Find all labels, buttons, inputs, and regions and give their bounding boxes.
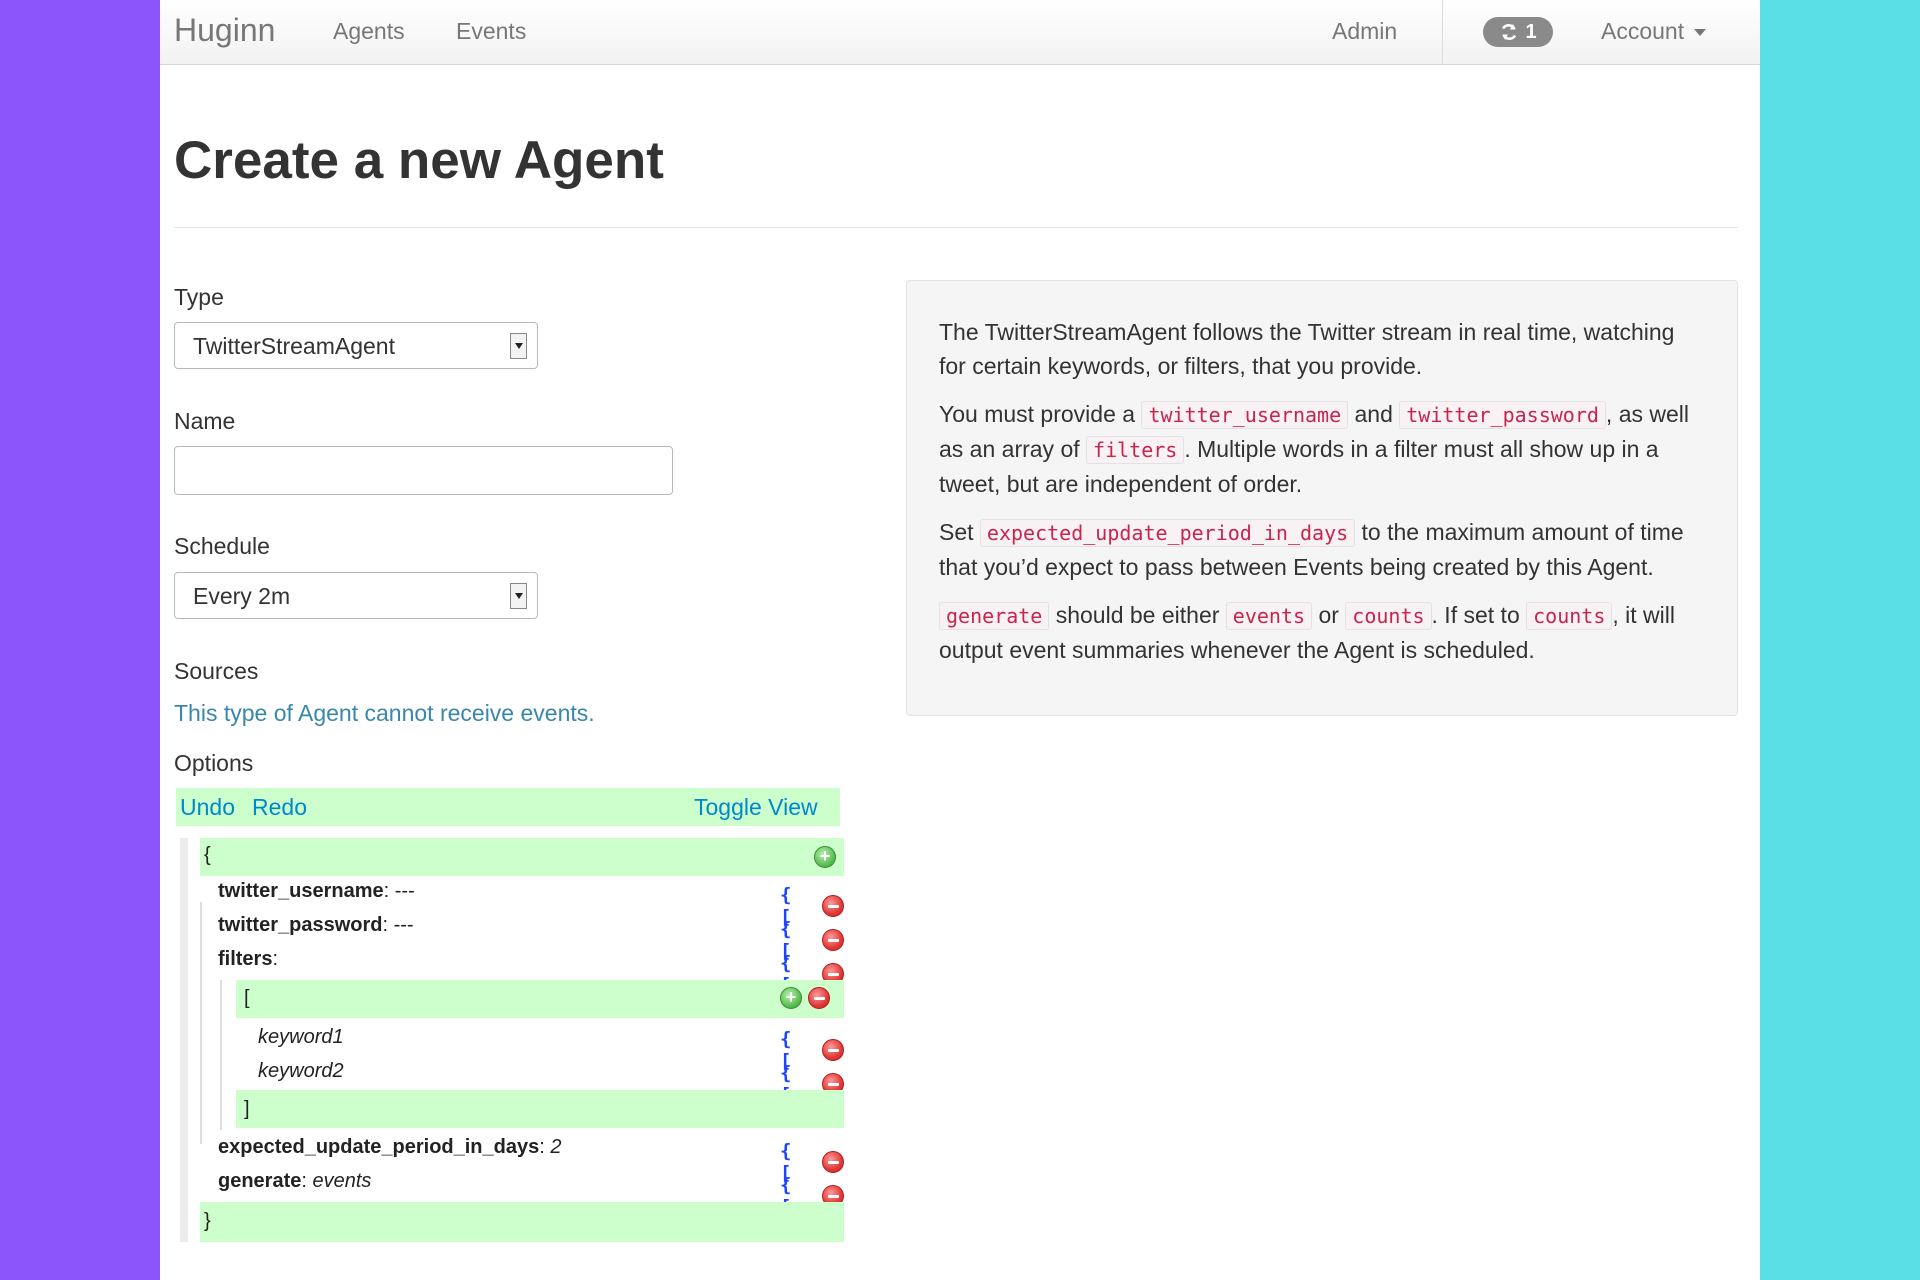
object-close-row	[200, 1202, 844, 1242]
background-right	[1760, 0, 1920, 1280]
nav-admin[interactable]: Admin	[1332, 18, 1397, 45]
name-input[interactable]	[174, 446, 673, 495]
field-key: expected_update_period_in_days	[218, 1136, 540, 1158]
open-bracket: [	[244, 987, 250, 1009]
page-title: Create a new Agent	[174, 131, 664, 190]
description-text: You must provide a	[939, 401, 1136, 427]
dropdown-arrow-icon	[510, 333, 527, 359]
code-generate: generate	[939, 602, 1050, 630]
array-item[interactable]: keyword1	[258, 1026, 344, 1049]
description-paragraph: generate should be either events or coun…	[939, 598, 1707, 667]
array-item[interactable]: keyword2	[258, 1060, 344, 1083]
options-label: Options	[174, 750, 254, 776]
description-text: and	[1354, 401, 1393, 427]
open-brace: {	[204, 844, 211, 866]
title-divider	[174, 227, 1738, 228]
undo-button[interactable]: Undo	[180, 794, 235, 821]
json-editor-toolbar: Undo Redo Toggle View	[176, 788, 840, 826]
refresh-icon	[1502, 24, 1517, 40]
field-key: twitter_username	[218, 880, 384, 902]
array-open-row	[236, 980, 844, 1018]
nav-divider	[1442, 0, 1443, 64]
field-key: twitter_password	[218, 914, 383, 936]
description-paragraph: The TwitterStreamAgent follows the Twitt…	[939, 315, 1707, 383]
type-select[interactable]: TwitterStreamAgent	[174, 322, 538, 369]
job-status-badge[interactable]: 1	[1483, 17, 1553, 47]
description-text: . If set to	[1431, 602, 1520, 628]
object-open-row	[200, 838, 844, 876]
field-key: filters	[218, 948, 273, 970]
code-filters: filters	[1086, 436, 1185, 464]
field-value: ---	[394, 880, 415, 902]
description-paragraph: You must provide a twitter_username and …	[939, 397, 1707, 501]
agent-description-panel: The TwitterStreamAgent follows the Twitt…	[906, 280, 1738, 716]
field-key: generate	[218, 1170, 302, 1192]
field-row[interactable]: generate: events	[218, 1170, 371, 1193]
description-text: or	[1318, 602, 1339, 628]
field-row[interactable]: filters:	[218, 948, 278, 971]
toggle-view-button[interactable]: Toggle View	[694, 794, 818, 821]
tree-gutter-array	[220, 980, 222, 1130]
json-tree: { + twitter_username: --- { [ twitter_pa…	[180, 838, 844, 1242]
nav-agents[interactable]: Agents	[333, 18, 405, 45]
caret-down-icon	[1694, 29, 1707, 37]
code-events: events	[1225, 602, 1313, 630]
field-row[interactable]: twitter_username: ---	[218, 880, 415, 903]
brand-logo[interactable]: Huginn	[174, 12, 275, 49]
field-row[interactable]: expected_update_period_in_days: 2	[218, 1136, 561, 1159]
schedule-select[interactable]: Every 2m	[174, 572, 538, 619]
name-label: Name	[174, 408, 236, 434]
page: Huginn Agents Events Admin 1 Account Cre…	[160, 0, 1760, 1280]
nav-account-dropdown[interactable]: Account	[1601, 18, 1707, 45]
dropdown-arrow-icon	[510, 583, 527, 609]
description-text: Set	[939, 519, 974, 545]
code-twitter-password: twitter_password	[1399, 401, 1606, 429]
tree-gutter	[180, 838, 188, 1242]
remove-field-icon[interactable]	[822, 929, 844, 951]
sources-note: This type of Agent cannot receive events…	[174, 700, 595, 726]
code-counts-2: counts	[1526, 602, 1613, 630]
tree-gutter-inner	[200, 902, 202, 1144]
field-value: ---	[393, 914, 414, 936]
close-brace: }	[204, 1210, 211, 1232]
field-value: 2	[550, 1136, 562, 1158]
description-paragraph: Set expected_update_period_in_days to th…	[939, 515, 1707, 584]
remove-field-icon[interactable]	[822, 895, 844, 917]
redo-button[interactable]: Redo	[252, 794, 307, 821]
job-count: 1	[1525, 20, 1537, 43]
schedule-select-value: Every 2m	[193, 583, 291, 609]
add-field-icon[interactable]: +	[814, 846, 836, 868]
code-expected-update: expected_update_period_in_days	[979, 519, 1356, 547]
nav-events[interactable]: Events	[456, 18, 526, 45]
description-text: should be either	[1055, 602, 1220, 628]
array-item-value: keyword1	[258, 1026, 344, 1048]
remove-item-icon[interactable]	[822, 1039, 844, 1061]
field-value: events	[312, 1170, 372, 1192]
array-close-row	[236, 1090, 844, 1128]
nav-account-label: Account	[1601, 18, 1685, 44]
field-row[interactable]: twitter_password: ---	[218, 914, 414, 937]
remove-array-icon[interactable]	[808, 987, 830, 1009]
schedule-label: Schedule	[174, 533, 270, 559]
sources-label: Sources	[174, 658, 259, 684]
code-counts: counts	[1345, 602, 1432, 630]
navbar: Huginn Agents Events Admin 1 Account	[160, 0, 1760, 65]
type-select-value: TwitterStreamAgent	[193, 333, 395, 359]
description-text: The TwitterStreamAgent follows the Twitt…	[939, 319, 1675, 379]
add-item-icon[interactable]: +	[780, 987, 802, 1009]
code-twitter-username: twitter_username	[1141, 401, 1349, 429]
type-label: Type	[174, 284, 224, 310]
array-item-value: keyword2	[258, 1060, 344, 1082]
close-bracket: ]	[244, 1098, 250, 1120]
remove-field-icon[interactable]	[822, 1151, 844, 1173]
